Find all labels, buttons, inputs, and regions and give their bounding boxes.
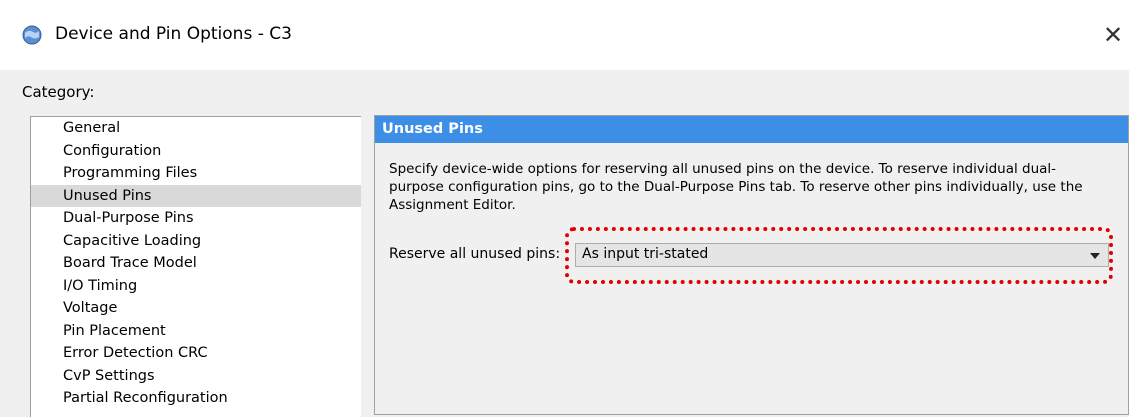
category-item-error-detection-crc[interactable]: Error Detection CRC bbox=[31, 342, 361, 365]
category-label: Category: bbox=[22, 83, 95, 101]
category-item-pin-placement[interactable]: Pin Placement bbox=[31, 320, 361, 343]
category-item-dual-purpose-pins[interactable]: Dual-Purpose Pins bbox=[31, 207, 361, 230]
category-item-general[interactable]: General bbox=[31, 117, 361, 140]
highlight-annotation bbox=[565, 227, 1113, 284]
category-list: General Configuration Programming Files Unu… bbox=[30, 116, 361, 417]
category-item-i-o-timing[interactable]: I/O Timing bbox=[31, 275, 361, 298]
category-item-programming-files[interactable]: Programming Files bbox=[31, 162, 361, 185]
title-bar: Device and Pin Options - C3 ✕ bbox=[0, 0, 1129, 70]
panel-description: Specify device-wide options for reservin… bbox=[389, 161, 1083, 213]
window-title: Device and Pin Options - C3 bbox=[55, 24, 292, 44]
category-item-cvp-settings[interactable]: CvP Settings bbox=[31, 365, 361, 388]
category-item-voltage[interactable]: Voltage bbox=[31, 297, 361, 320]
reserve-unused-pins-label: Reserve all unused pins: bbox=[389, 246, 561, 262]
panel-header: Unused Pins bbox=[375, 116, 1128, 143]
category-item-unused-pins[interactable]: Unused Pins bbox=[31, 184, 361, 207]
app-globe-icon bbox=[22, 25, 42, 45]
close-button[interactable]: ✕ bbox=[1098, 18, 1128, 52]
category-item-partial-reconfiguration[interactable]: Partial Reconfiguration bbox=[31, 387, 361, 410]
category-item-board-trace-model[interactable]: Board Trace Model bbox=[31, 252, 361, 275]
category-item-configuration[interactable]: Configuration bbox=[31, 140, 361, 163]
category-item-capacitive-loading[interactable]: Capacitive Loading bbox=[31, 230, 361, 253]
